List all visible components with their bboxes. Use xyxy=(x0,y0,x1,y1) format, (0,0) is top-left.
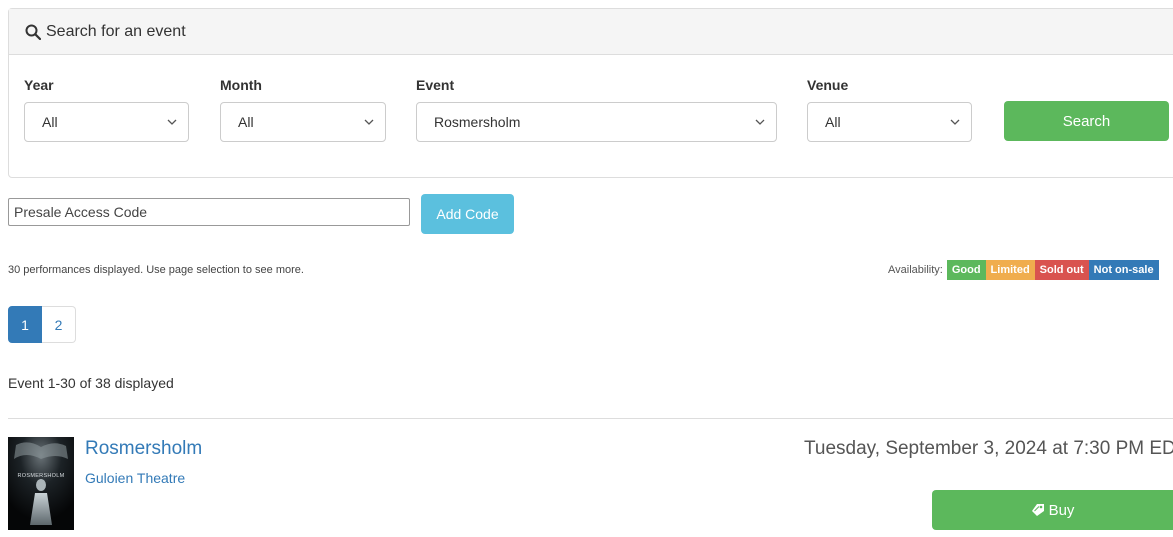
event-count: Event 1-30 of 38 displayed xyxy=(8,375,174,391)
venue-select[interactable]: All xyxy=(807,102,972,142)
venue-field: Venue All xyxy=(807,77,972,142)
ticket-icon xyxy=(1031,503,1045,517)
event-venue-link[interactable]: Guloien Theatre xyxy=(85,470,185,486)
availability-legend: Availability: Good Limited Sold out Not … xyxy=(888,260,1159,280)
badge-good: Good xyxy=(946,260,986,280)
chevron-down-icon xyxy=(754,116,766,128)
search-panel-header: Search for an event xyxy=(9,9,1173,55)
month-field: Month All xyxy=(220,77,386,142)
badge-sold-out: Sold out xyxy=(1034,260,1089,280)
event-select-value: Rosmersholm xyxy=(434,114,521,130)
chevron-down-icon xyxy=(949,116,961,128)
venue-select-value: All xyxy=(825,114,841,130)
poster-title-text: ROSMERSHOLM xyxy=(18,473,65,479)
year-field: Year All xyxy=(24,77,189,142)
buy-button-label: Buy xyxy=(1048,501,1075,519)
divider xyxy=(8,418,1173,419)
search-icon xyxy=(25,24,41,40)
event-date: Tuesday, September 3, 2024 at 7:30 PM ED… xyxy=(804,438,1173,459)
page-1-button[interactable]: 1 xyxy=(8,306,42,343)
search-panel-title: Search for an event xyxy=(46,22,186,40)
page-2-button[interactable]: 2 xyxy=(42,306,76,343)
month-select-value: All xyxy=(238,114,254,130)
buy-button[interactable]: Buy xyxy=(932,490,1173,530)
year-label: Year xyxy=(24,77,54,93)
year-select[interactable]: All xyxy=(24,102,189,142)
performances-note: 30 performances displayed. Use page sele… xyxy=(8,264,304,276)
search-panel: Search for an event Year All Month All E… xyxy=(8,8,1173,178)
year-select-value: All xyxy=(42,114,58,130)
badge-not-on-sale: Not on-sale xyxy=(1088,260,1159,280)
event-title-link[interactable]: Rosmersholm xyxy=(85,438,202,460)
event-select[interactable]: Rosmersholm xyxy=(416,102,777,142)
month-label: Month xyxy=(220,77,262,93)
chevron-down-icon xyxy=(363,116,375,128)
month-select[interactable]: All xyxy=(220,102,386,142)
event-field: Event Rosmersholm xyxy=(416,77,777,142)
presale-code-input[interactable] xyxy=(8,198,410,226)
search-button[interactable]: Search xyxy=(1004,101,1169,141)
availability-label: Availability: xyxy=(888,264,943,276)
event-poster-image[interactable]: ROSMERSHOLM xyxy=(8,437,74,530)
add-code-button[interactable]: Add Code xyxy=(421,194,514,234)
event-label: Event xyxy=(416,77,455,93)
pagination: 1 2 xyxy=(8,306,76,343)
venue-label: Venue xyxy=(807,77,849,93)
badge-limited: Limited xyxy=(985,260,1035,280)
chevron-down-icon xyxy=(166,116,178,128)
